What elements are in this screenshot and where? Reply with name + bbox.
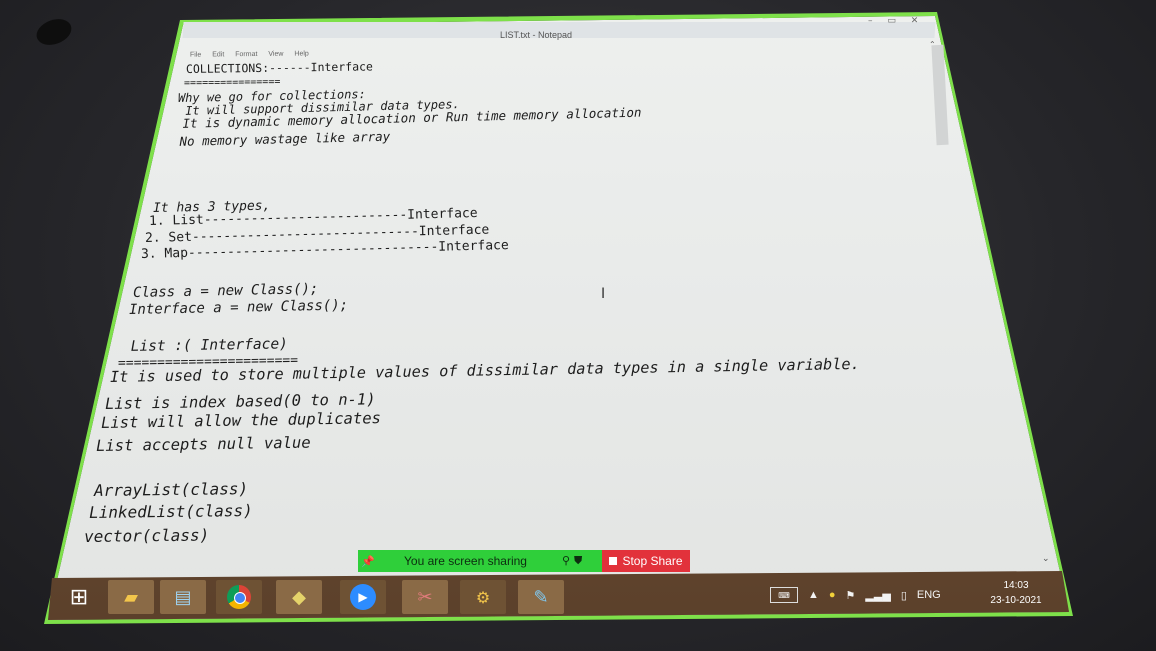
chrome-icon [227, 585, 251, 609]
taskbar-paint[interactable]: ✂ [402, 580, 448, 614]
editor-line: COLLECTIONS:------Interface [185, 59, 374, 76]
menu-view[interactable]: View [268, 51, 283, 58]
editor-line: LinkedList(class) [88, 500, 253, 522]
taskbar-file-explorer[interactable]: ▰ [108, 580, 154, 614]
pin-icon[interactable]: 📌 [358, 555, 378, 568]
paint-icon: ✂ [417, 586, 433, 608]
editor-line: vector(class) [83, 525, 210, 546]
stop-share-button[interactable]: Stop Share [602, 550, 690, 572]
editor-line: List :( Interface) [121, 336, 288, 355]
system-tray: ⌨ ▲ ● ⚑ ▂▃▅ ▯ ENG [770, 580, 941, 610]
taskbar-notepad[interactable]: ▤ [160, 580, 206, 614]
stop-share-label: Stop Share [622, 554, 683, 568]
window-controls[interactable]: – ▭ ✕ [868, 16, 924, 26]
editor-line: ================ [183, 76, 281, 89]
windows-icon: ⊞ [69, 584, 89, 610]
zoom-icon: ▶ [350, 584, 376, 610]
status-dot-icon[interactable]: ● [829, 589, 836, 601]
editor-line: List accepts null value [95, 433, 311, 455]
window-title: LIST.txt - Notepad [500, 30, 573, 40]
menu-bar: File Edit Format View Help [190, 50, 318, 58]
taskbar-palette[interactable]: ✎ [518, 580, 564, 614]
menu-edit[interactable]: Edit [212, 51, 224, 58]
start-button[interactable]: ⊞ [56, 580, 102, 614]
show-hidden-icons-icon[interactable]: ▲ [808, 589, 819, 601]
notepad-icon: ▤ [174, 586, 192, 608]
keyboard-icon[interactable]: ⌨ [770, 587, 798, 603]
menu-format[interactable]: Format [235, 51, 257, 58]
battery-icon[interactable]: ▯ [901, 589, 907, 602]
clock-time: 14:03 [1003, 580, 1029, 591]
action-center-flag-icon[interactable]: ⚑ [846, 589, 856, 602]
screen-share-status: You are screen sharing [404, 554, 527, 568]
scroll-down-arrow[interactable]: ⌄ [1042, 554, 1050, 564]
java-ee-icon: ⚙ [475, 587, 491, 607]
taskbar-clock[interactable]: 14:03 23-10-2021 [984, 578, 1048, 608]
menu-file[interactable]: File [190, 52, 201, 59]
menu-help[interactable]: Help [294, 50, 308, 57]
folder-icon: ◆ [292, 586, 306, 608]
file-explorer-icon: ▰ [124, 586, 138, 608]
screen-share-bar[interactable]: 📌 You are screen sharing ⚲⛊ [358, 550, 602, 572]
taskbar-java-ee[interactable]: ⚙ [460, 580, 506, 614]
palette-icon: ✎ [533, 586, 549, 608]
clock-date: 23-10-2021 [990, 595, 1042, 606]
share-controls-icon[interactable]: ⚲⛊ [562, 554, 602, 568]
signal-icon[interactable]: ▂▃▅ [865, 589, 890, 602]
taskbar-folder[interactable]: ◆ [276, 580, 322, 614]
text-cursor-icon: I [601, 286, 606, 302]
taskbar-chrome[interactable] [216, 580, 262, 614]
editor-line: ArrayList(class) [93, 479, 249, 500]
taskbar-zoom[interactable]: ▶ [340, 580, 386, 614]
language-indicator[interactable]: ENG [917, 589, 941, 601]
stop-icon [609, 557, 618, 565]
